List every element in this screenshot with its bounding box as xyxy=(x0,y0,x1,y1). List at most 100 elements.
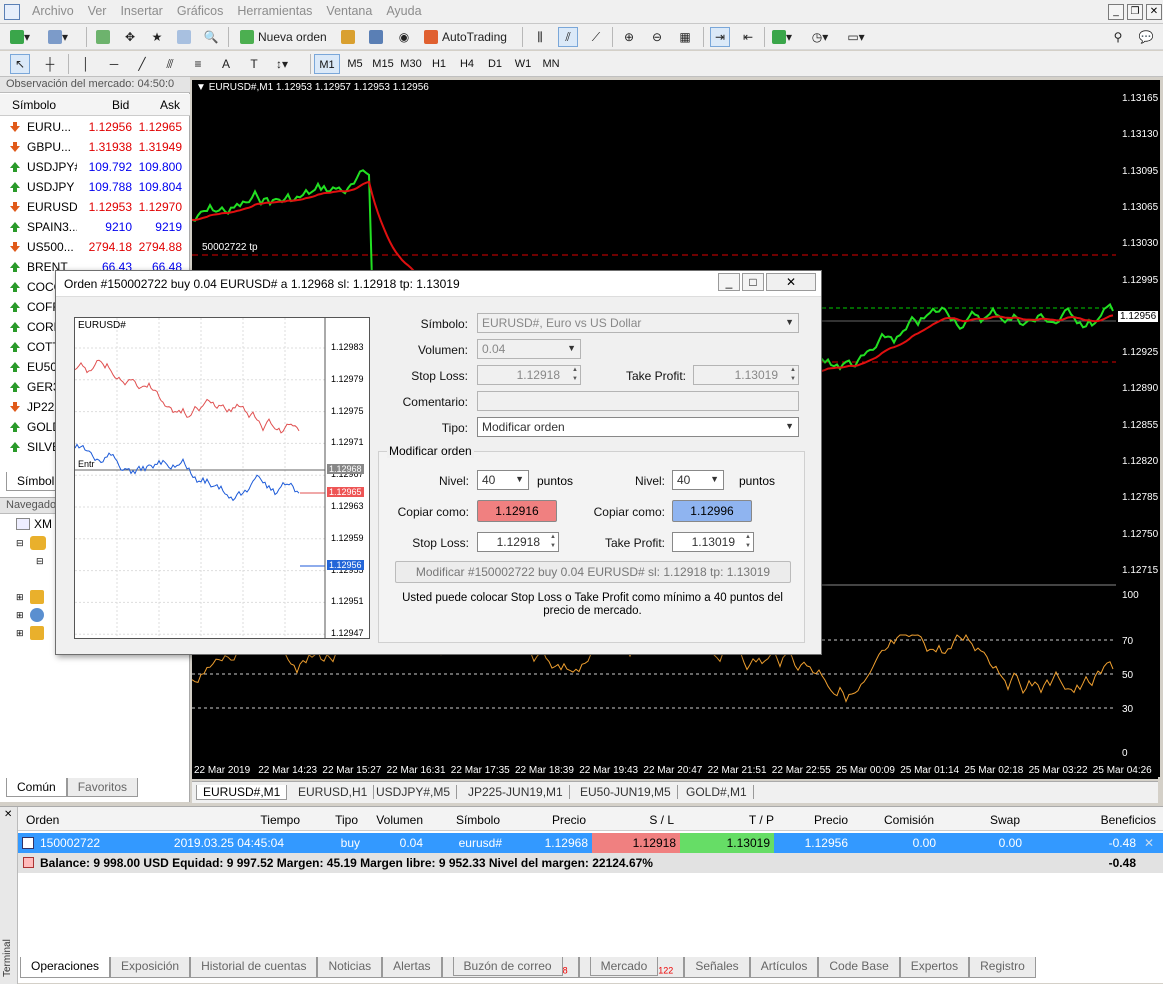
tf-m30[interactable]: M30 xyxy=(398,54,424,74)
col-precio[interactable]: Precio xyxy=(518,813,586,827)
tf-h4[interactable]: H4 xyxy=(454,54,480,74)
tf-d1[interactable]: D1 xyxy=(482,54,508,74)
menu-herramientas[interactable]: Herramientas xyxy=(231,4,320,18)
market-watch-row[interactable]: EURUSD 1.12953 1.12970 xyxy=(0,197,190,217)
line-chart-icon[interactable]: ⟋ xyxy=(586,27,606,47)
vertical-line-icon[interactable]: │ xyxy=(76,54,96,74)
autoscroll-icon[interactable]: ⇥ xyxy=(710,27,730,47)
tester-icon[interactable]: 🔍 xyxy=(201,27,221,47)
navigator-icon[interactable]: ★ xyxy=(147,27,167,47)
tab-noticias[interactable]: Noticias xyxy=(317,957,383,979)
tf-mn[interactable]: MN xyxy=(538,54,564,74)
menu-ayuda[interactable]: Ayuda xyxy=(380,4,429,18)
tab-mercado[interactable]: Mercado 122 xyxy=(578,957,685,979)
sl2-input[interactable]: 1.12918 xyxy=(477,532,559,552)
indicators-icon[interactable]: ▾ xyxy=(772,27,792,47)
channel-icon[interactable]: ⫻ xyxy=(160,54,180,74)
metaeditor-icon[interactable] xyxy=(338,27,358,47)
trendline-icon[interactable]: ╱ xyxy=(132,54,152,74)
new-order-button[interactable]: Nueva orden xyxy=(236,27,331,47)
col-orden[interactable]: Orden xyxy=(26,813,59,827)
market-watch-row[interactable]: USDJPY# 109.792 109.800 xyxy=(0,157,190,177)
expand-icon[interactable]: ⊞ xyxy=(16,628,24,639)
tf-h1[interactable]: H1 xyxy=(426,54,452,74)
new-chart-icon[interactable]: ▾ xyxy=(10,27,30,47)
mql-icon[interactable] xyxy=(366,27,386,47)
menu-graficos[interactable]: Gráficos xyxy=(171,4,232,18)
terminal-icon[interactable] xyxy=(174,27,194,47)
level-right-select[interactable]: 40 xyxy=(672,470,724,490)
col-volumen[interactable]: Volumen xyxy=(363,813,423,827)
maximize-icon[interactable]: □ xyxy=(742,273,764,291)
market-watch-icon[interactable] xyxy=(93,27,113,47)
expand-icon[interactable]: ⊟ xyxy=(36,556,44,567)
fibonacci-icon[interactable]: ≡ xyxy=(188,54,208,74)
tab-buzon[interactable]: Buzón de correo 8 xyxy=(441,957,579,979)
tab-comun[interactable]: Común xyxy=(6,778,67,797)
data-window-icon[interactable]: ✥ xyxy=(120,27,140,47)
tp-input[interactable]: 1.13019 xyxy=(693,365,799,385)
level-left-select[interactable]: 40 xyxy=(477,470,529,490)
tp2-input[interactable]: 1.13019 xyxy=(672,532,754,552)
order-tp[interactable]: 1.13019 xyxy=(680,833,774,853)
chart-tab-0[interactable]: EURUSD#,M1 xyxy=(196,785,288,800)
market-watch-row[interactable]: USDJPY 109.788 109.804 xyxy=(0,177,190,197)
chart-tab-3[interactable]: JP225-JUN19,M1 xyxy=(462,785,570,799)
menu-archivo[interactable]: Archivo xyxy=(26,4,82,18)
tab-favoritos[interactable]: Favoritos xyxy=(66,778,139,797)
symbol-select[interactable]: EURUSD#, Euro vs US Dollar xyxy=(477,313,799,333)
tab-operaciones[interactable]: Operaciones xyxy=(20,957,111,979)
col-simbolo[interactable]: Símbolo xyxy=(438,813,500,827)
expand-icon[interactable]: ⊟ xyxy=(16,538,24,549)
templates-icon[interactable]: ▭▾ xyxy=(846,27,866,47)
market-watch-row[interactable]: US500... 2794.18 2794.88 xyxy=(0,237,190,257)
horizontal-line-icon[interactable]: ─ xyxy=(104,54,124,74)
chart-tab-2[interactable]: USDJPY#,M5 xyxy=(370,785,458,799)
tab-alertas[interactable]: Alertas xyxy=(382,957,442,979)
tab-registro[interactable]: Registro xyxy=(969,957,1036,979)
col-swap[interactable]: Swap xyxy=(958,813,1020,827)
market-watch-row[interactable]: GBPU... 1.31938 1.31949 xyxy=(0,137,190,157)
col-comision[interactable]: Comisión xyxy=(868,813,934,827)
restore-icon[interactable]: ❐ xyxy=(1127,4,1143,20)
crosshair-icon[interactable]: ┼ xyxy=(40,54,60,74)
volume-input[interactable]: 0.04 xyxy=(477,339,581,359)
nav-root[interactable]: XM xyxy=(34,517,52,531)
tab-senales[interactable]: Señales xyxy=(684,957,750,979)
tab-codebase[interactable]: Code Base xyxy=(818,957,900,979)
menu-ver[interactable]: Ver xyxy=(82,4,115,18)
arrows-icon[interactable]: ↕▾ xyxy=(272,54,292,74)
type-select[interactable]: Modificar orden xyxy=(477,417,799,437)
modify-button[interactable]: Modificar #150002722 buy 0.04 EURUSD# sl… xyxy=(395,561,791,583)
minimize-icon[interactable]: _ xyxy=(718,273,740,291)
chat-icon[interactable]: 💬 xyxy=(1136,27,1156,47)
close-order-icon[interactable]: ✕ xyxy=(1144,836,1154,850)
col-tiempo[interactable]: Tiempo xyxy=(238,813,300,827)
col-tp[interactable]: T / P xyxy=(698,813,774,827)
tab-historial[interactable]: Historial de cuentas xyxy=(190,957,318,979)
cursor-icon[interactable]: ↖ xyxy=(10,54,30,74)
comment-input[interactable] xyxy=(477,391,799,411)
menu-insertar[interactable]: Insertar xyxy=(114,4,170,18)
order-sl[interactable]: 1.12918 xyxy=(592,833,680,853)
col-tipo[interactable]: Tipo xyxy=(318,813,358,827)
expand-icon[interactable]: ⊞ xyxy=(16,592,24,603)
copy-tp-button[interactable]: 1.12996 xyxy=(672,500,752,522)
col-precio-actual[interactable]: Precio xyxy=(798,813,848,827)
periods-icon[interactable]: ◷▾ xyxy=(810,27,830,47)
order-row[interactable]: 150002722 2019.03.25 04:45:04 buy 0.04 e… xyxy=(18,833,1163,853)
market-watch-row[interactable]: SPAIN3... 9210 9219 xyxy=(0,217,190,237)
col-sl[interactable]: S / L xyxy=(608,813,674,827)
autotrading-button[interactable]: AutoTrading xyxy=(420,27,511,47)
close-icon[interactable]: ✕ xyxy=(766,273,816,291)
chart-tab-4[interactable]: EU50-JUN19,M5 xyxy=(574,785,678,799)
text-icon[interactable]: A xyxy=(216,54,236,74)
menu-ventana[interactable]: Ventana xyxy=(320,4,380,18)
col-ask[interactable]: Ask xyxy=(160,98,180,112)
col-beneficios[interactable]: Beneficios xyxy=(1078,813,1156,827)
copy-sl-button[interactable]: 1.12916 xyxy=(477,500,557,522)
bar-chart-icon[interactable]: ⫼ xyxy=(530,27,550,47)
market-watch-row[interactable]: EURU... 1.12956 1.12965 xyxy=(0,117,190,137)
tf-m1[interactable]: M1 xyxy=(314,54,340,74)
close-icon[interactable]: ✕ xyxy=(4,809,12,820)
